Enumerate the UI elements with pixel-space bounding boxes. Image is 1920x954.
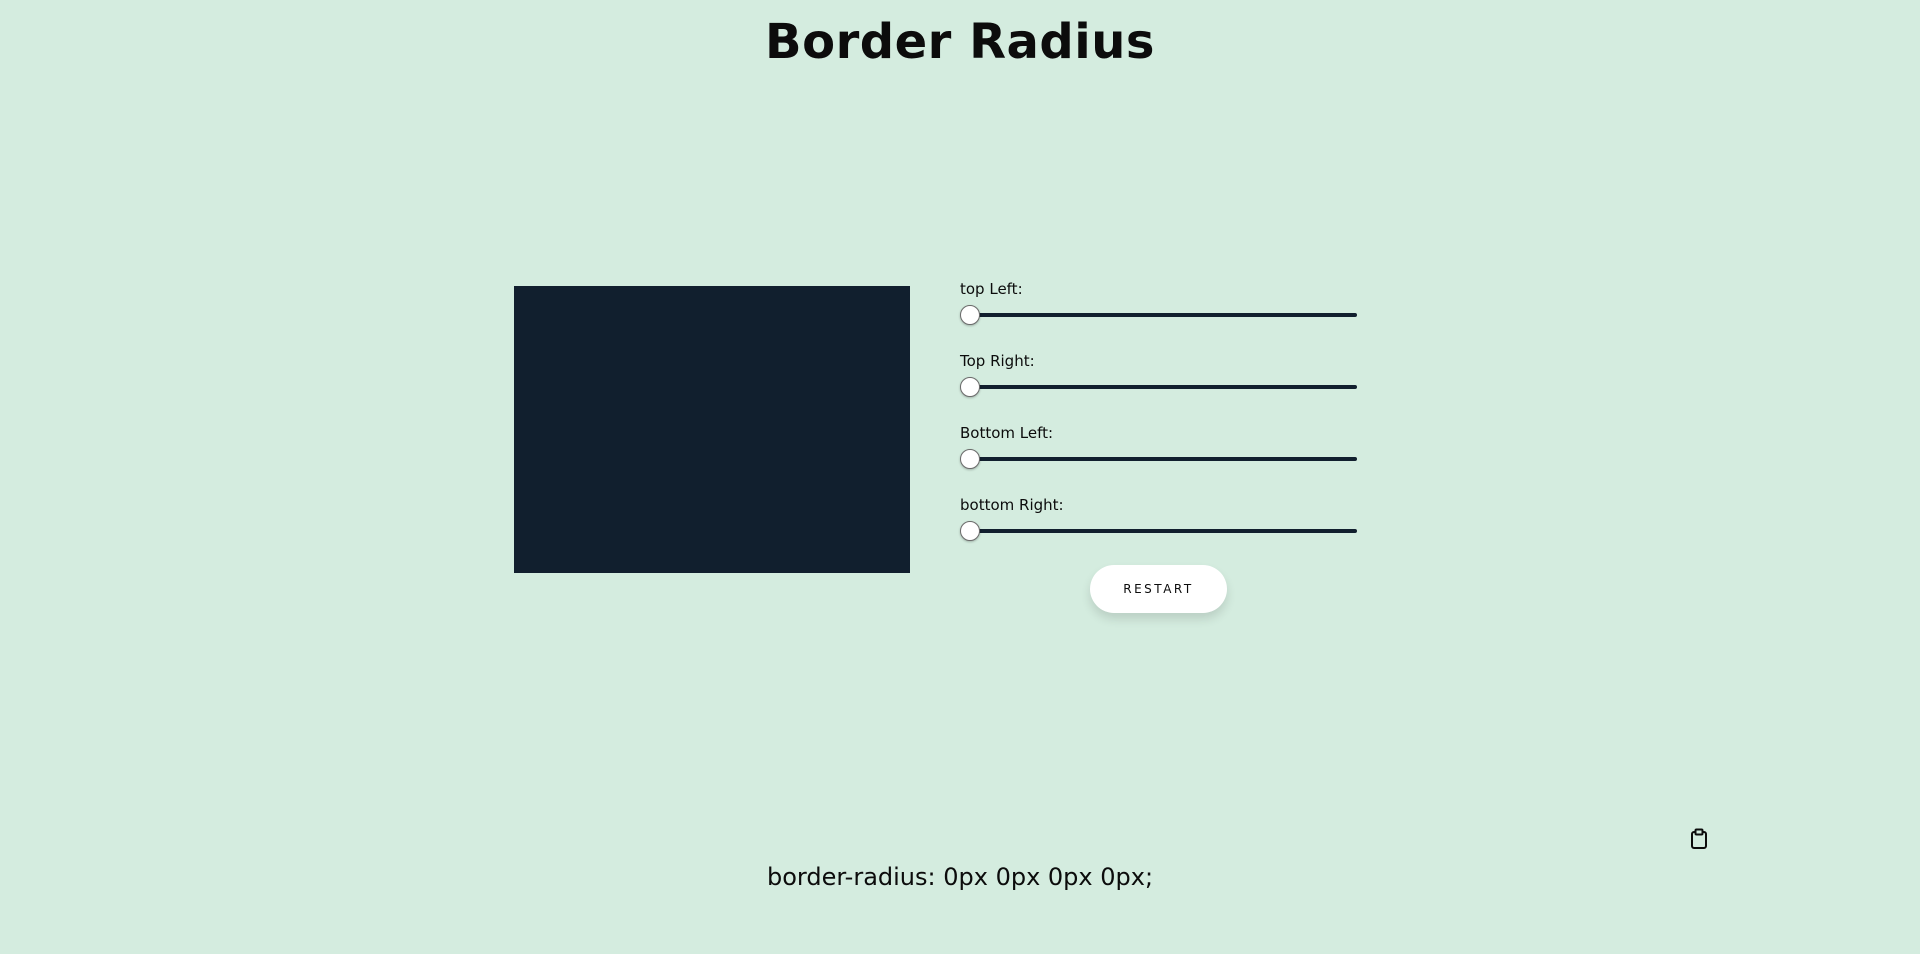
slider-track (962, 529, 1357, 533)
page-title: Border Radius (765, 14, 1155, 70)
slider-track (962, 385, 1357, 389)
slider-track (962, 457, 1357, 461)
top-right-slider[interactable] (960, 377, 1357, 397)
slider-thumb[interactable] (960, 377, 980, 397)
bottom-left-slider[interactable] (960, 449, 1357, 469)
top-left-label: top Left: (960, 280, 1023, 298)
border-radius-output: border-radius: 0px 0px 0px 0px; (766, 863, 1154, 891)
slider-thumb[interactable] (960, 521, 980, 541)
slider-thumb[interactable] (960, 305, 980, 325)
slider-track (962, 313, 1357, 317)
bottom-left-label: Bottom Left: (960, 424, 1054, 442)
top-right-label: Top Right: (960, 352, 1035, 370)
bottom-right-label: bottom Right: (960, 496, 1064, 514)
control-top-right: Top Right: (960, 350, 1360, 410)
control-top-left: top Left: (960, 278, 1360, 338)
bottom-right-slider[interactable] (960, 521, 1357, 541)
control-bottom-left: Bottom Left: (960, 422, 1360, 482)
clipboard-icon[interactable] (1690, 828, 1708, 850)
control-bottom-right: bottom Right: (960, 494, 1360, 554)
top-left-slider[interactable] (960, 305, 1357, 325)
preview-box (514, 286, 910, 573)
restart-button[interactable]: RESTART (1090, 565, 1227, 613)
page: Border Radius top Left: Top Right: Botto… (0, 0, 1920, 954)
slider-thumb[interactable] (960, 449, 980, 469)
